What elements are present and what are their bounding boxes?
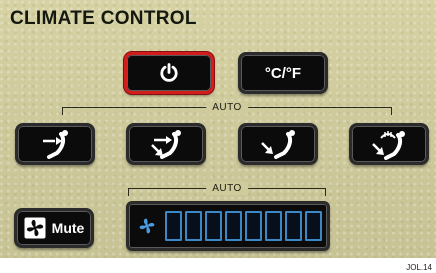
fan-speed-segment[interactable] — [285, 211, 302, 241]
airflow-defrost-icon — [372, 131, 405, 160]
fan-mute-button[interactable]: Mute — [14, 208, 94, 248]
airflow-feet-button[interactable] — [238, 123, 318, 165]
auto-bracket-tick-right — [391, 107, 392, 115]
power-icon — [160, 63, 178, 82]
airflow-auto-indicator: AUTO — [62, 101, 392, 115]
auto-bracket-tick-left — [62, 107, 63, 115]
mute-label: Mute — [51, 220, 85, 236]
fan-speed-segment[interactable] — [185, 211, 202, 241]
airflow-feet-icon — [261, 130, 295, 159]
figure-caption: JOL.14 — [406, 263, 432, 272]
fan-speed-segment[interactable] — [165, 211, 182, 241]
fan-speed-bar[interactable] — [126, 201, 330, 251]
temperature-unit-button[interactable]: °C/°F — [238, 52, 328, 94]
auto-bracket-tick-left — [128, 188, 129, 196]
fan-speed-segment[interactable] — [205, 211, 222, 241]
airflow-face-feet-icon — [151, 130, 181, 159]
fan-speed-icon — [139, 218, 155, 234]
page-title: CLIMATE CONTROL — [10, 8, 197, 29]
airflow-auto-label: AUTO — [206, 101, 248, 114]
airflow-face-feet-button[interactable] — [126, 123, 206, 165]
climate-control-screen: CLIMATE CONTROL °C/°F AUTO AUTO Mute — [0, 0, 436, 258]
power-button[interactable] — [124, 52, 214, 94]
airflow-face-icon — [43, 130, 68, 159]
temperature-unit-label: °C/°F — [264, 64, 302, 82]
fan-icon — [24, 217, 46, 239]
auto-bracket-tick-right — [325, 188, 326, 196]
fan-speed-segment[interactable] — [225, 211, 242, 241]
fan-auto-indicator: AUTO — [128, 182, 326, 196]
fan-speed-segment[interactable] — [245, 211, 262, 241]
airflow-face-button[interactable] — [15, 123, 95, 165]
fan-auto-label: AUTO — [206, 182, 248, 195]
airflow-defrost-feet-button[interactable] — [349, 123, 429, 165]
fan-speed-segment[interactable] — [305, 211, 322, 241]
fan-speed-segment[interactable] — [265, 211, 282, 241]
